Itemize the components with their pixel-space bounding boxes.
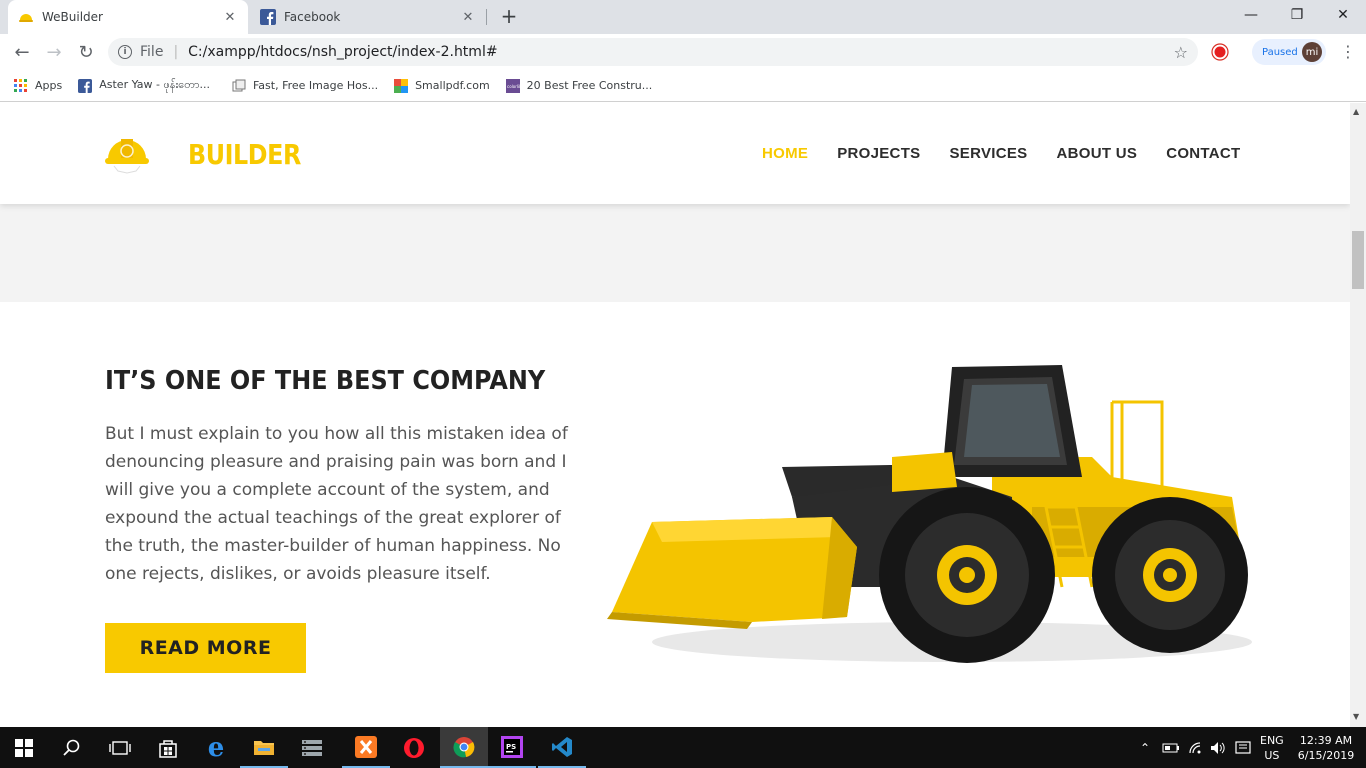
brand-name[interactable]: BUILDER — [188, 138, 301, 171]
nav-item-home[interactable]: HOME — [762, 145, 808, 162]
wifi-icon[interactable] — [1188, 727, 1204, 768]
bookmark-label: 20 Best Free Constru... — [526, 79, 653, 92]
search-icon[interactable] — [48, 727, 96, 768]
close-tab-icon[interactable]: ✕ — [222, 9, 238, 25]
nav-item-services[interactable]: SERVICES — [949, 145, 1027, 162]
windows-taskbar: e PS ⌃ ENG US 12:39 AM 6/15/2019 — [0, 727, 1366, 768]
back-arrow-icon[interactable]: ← — [8, 38, 36, 66]
address-bar[interactable]: i File | C:/xampp/htdocs/nsh_project/ind… — [108, 38, 1198, 66]
read-more-button[interactable]: READ MORE — [105, 623, 306, 673]
phpstorm-icon[interactable]: PS — [488, 727, 536, 768]
profile-paused-button[interactable]: Paused mi — [1252, 39, 1326, 65]
page-scrollbar[interactable]: ▲ ▼ — [1350, 103, 1366, 727]
hero-band — [0, 204, 1350, 302]
action-center-icon[interactable] — [1235, 727, 1251, 768]
battery-icon[interactable] — [1162, 727, 1180, 768]
clock-date: 6/15/2019 — [1297, 748, 1355, 762]
front-wheel — [879, 487, 1055, 663]
page-viewport: BUILDER HOME PROJECTS SERVICES ABOUT US … — [0, 103, 1350, 727]
main-nav: HOME PROJECTS SERVICES ABOUT US CONTACT — [762, 145, 1270, 162]
browser-tab-strip: WeBuilder ✕ Facebook ✕ + — ❐ ✕ — [0, 0, 1366, 34]
forward-arrow-icon[interactable]: → — [40, 38, 68, 66]
image-host-icon — [232, 79, 246, 91]
bookmark-star-icon[interactable]: ☆ — [1174, 43, 1188, 62]
svg-text:PS: PS — [506, 743, 516, 751]
tab-divider — [486, 9, 487, 25]
omnibox-separator: | — [173, 44, 179, 60]
url-text[interactable]: C:/xampp/htdocs/nsh_project/index-2.html… — [188, 44, 1174, 60]
hardhat-favicon-icon — [19, 14, 33, 22]
site-header: BUILDER HOME PROJECTS SERVICES ABOUT US … — [0, 103, 1350, 204]
clock-time: 12:39 AM — [1299, 733, 1353, 747]
bookmark-label: Smallpdf.com — [415, 79, 490, 92]
bookmark-smallpdf[interactable]: Smallpdf.com — [394, 78, 490, 93]
task-view-icon[interactable] — [96, 727, 144, 768]
bookmarks-bar: Apps Aster Yaw - ဖုန်းတော... Fast, Free … — [0, 70, 1366, 102]
volume-icon[interactable] — [1210, 727, 1226, 768]
minimize-icon[interactable]: — — [1228, 0, 1274, 30]
tray-overflow-icon[interactable]: ⌃ — [1140, 727, 1150, 768]
section-title: IT’S ONE OF THE BEST COMPANY — [105, 366, 546, 396]
menu-kebab-icon[interactable]: ⋮ — [1338, 42, 1358, 62]
record-extension-icon[interactable] — [1211, 43, 1229, 61]
svg-text:colorlib: colorlib — [507, 84, 520, 89]
reload-icon[interactable]: ↻ — [72, 38, 100, 66]
scroll-up-icon[interactable]: ▲ — [1353, 107, 1359, 116]
region-code: US — [1264, 748, 1280, 762]
section-body: But I must explain to you how all this m… — [105, 424, 568, 584]
windows-start-icon[interactable] — [0, 727, 48, 768]
nav-item-about-us[interactable]: ABOUT US — [1056, 145, 1137, 162]
facebook-favicon-icon — [260, 9, 276, 25]
bookmark-aster-yaw[interactable]: Aster Yaw - ဖုန်းတော... — [78, 78, 210, 94]
language-indicator[interactable]: ENG US — [1260, 727, 1284, 768]
close-window-icon[interactable]: ✕ — [1320, 0, 1366, 30]
bookmark-apps[interactable]: Apps — [14, 78, 63, 93]
bookmark-construction[interactable]: colorlib 20 Best Free Constru... — [505, 78, 653, 93]
nav-item-projects[interactable]: PROJECTS — [837, 145, 920, 162]
wheel-loader-image — [607, 365, 1252, 663]
tab-title: WeBuilder — [42, 10, 103, 24]
edge-icon[interactable]: e — [192, 727, 240, 768]
rear-wheel — [1092, 497, 1248, 653]
apps-grid-icon — [14, 78, 27, 92]
scroll-down-icon[interactable]: ▼ — [1353, 712, 1359, 721]
avatar: mi — [1302, 42, 1322, 62]
tab-facebook[interactable]: Facebook ✕ — [250, 0, 486, 34]
xampp-icon[interactable] — [342, 727, 390, 768]
bookmark-label: Apps — [35, 79, 63, 92]
browser-toolbar: ← → ↻ i File | C:/xampp/htdocs/nsh_proje… — [0, 34, 1366, 70]
tab-webuilder[interactable]: WeBuilder ✕ — [8, 0, 248, 34]
lang-code: ENG — [1260, 733, 1284, 747]
scroll-thumb[interactable] — [1352, 231, 1364, 289]
close-tab-icon[interactable]: ✕ — [460, 9, 476, 25]
facebook-icon — [78, 78, 93, 93]
store-icon[interactable] — [144, 727, 192, 768]
chrome-icon[interactable] — [440, 727, 488, 768]
new-tab-button[interactable]: + — [497, 3, 521, 29]
bookmark-label: Fast, Free Image Hos... — [252, 79, 379, 92]
smallpdf-icon — [394, 78, 409, 93]
clock[interactable]: 12:39 AM 6/15/2019 — [1298, 727, 1354, 768]
server-app-icon[interactable] — [288, 727, 336, 768]
tab-title: Facebook — [284, 10, 341, 24]
hardhat-logo-icon[interactable] — [104, 131, 150, 175]
bookmark-label: Aster Yaw - ဖုန်းတော... — [99, 77, 210, 91]
vscode-icon[interactable] — [538, 727, 586, 768]
opera-icon[interactable] — [390, 727, 438, 768]
bookmark-image-host[interactable]: Fast, Free Image Hos... — [232, 79, 378, 93]
scheme-label: File — [140, 44, 164, 60]
info-icon[interactable]: i — [118, 45, 132, 59]
about-section: IT’S ONE OF THE BEST COMPANY But I must … — [0, 302, 1350, 727]
colorlib-icon: colorlib — [505, 78, 520, 93]
paused-label: Paused — [1262, 46, 1298, 58]
restore-icon[interactable]: ❐ — [1274, 0, 1320, 30]
nav-item-contact[interactable]: CONTACT — [1166, 145, 1240, 162]
file-explorer-icon[interactable] — [240, 727, 288, 768]
